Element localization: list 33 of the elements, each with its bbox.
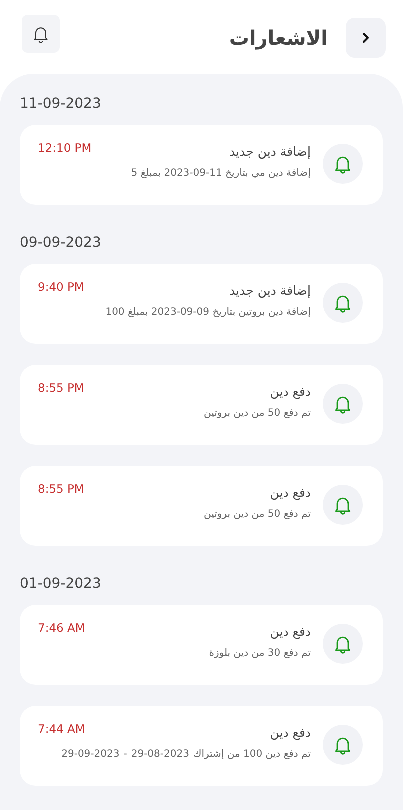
notification-title: إضافة دين جديد — [230, 144, 311, 159]
bell-icon — [323, 725, 363, 765]
notification-message: إضافة دين بروتين بتاريخ 09-09-2023 بمبلغ 100 — [106, 307, 311, 318]
bell-icon — [323, 485, 363, 525]
notification-time: 12:10 PM — [38, 140, 92, 155]
notification-title: إضافة دين جديد — [230, 283, 311, 298]
bell-icon — [323, 144, 363, 184]
bell-icon — [323, 624, 363, 664]
notification-time: 7:46 AM — [38, 620, 86, 635]
page-title: الاشعارات — [229, 26, 328, 50]
notification-time: 7:44 AM — [38, 721, 86, 736]
notification-message: تم دفع 50 من دين بروتين — [204, 509, 311, 520]
notification-title: دفع دين — [270, 485, 311, 500]
notifications-button[interactable] — [22, 14, 60, 52]
notification-time: 8:55 PM — [38, 380, 84, 395]
notification-message: تم دفع دين 100 من إشتراك — [193, 749, 311, 760]
date-heading: 11-09-2023 — [20, 96, 102, 112]
notification-title: دفع دين — [270, 624, 311, 639]
notification-time: 9:40 PM — [38, 279, 84, 294]
notification-message: تم دفع 30 من دين بلوزة — [209, 648, 311, 659]
date-separator: - — [124, 749, 128, 760]
notification-time: 8:55 PM — [38, 481, 84, 496]
notification-message: تم دفع 50 من دين بروتين — [204, 408, 311, 419]
date-heading: 01-09-2023 — [20, 576, 102, 592]
period-start-date: 29-08-2023 — [131, 749, 190, 760]
notification-title: دفع دين — [270, 384, 311, 399]
period-end-date: 29-09-2023 — [62, 749, 120, 760]
chevron-icon — [360, 32, 372, 44]
bell-icon — [323, 384, 363, 424]
bell-icon — [323, 283, 363, 323]
notification-title: دفع دين — [270, 725, 311, 740]
notification-message: إضافة دين مي بتاريخ 11-09-2023 بمبلغ 5 — [131, 168, 311, 179]
date-heading: 09-09-2023 — [20, 235, 102, 251]
